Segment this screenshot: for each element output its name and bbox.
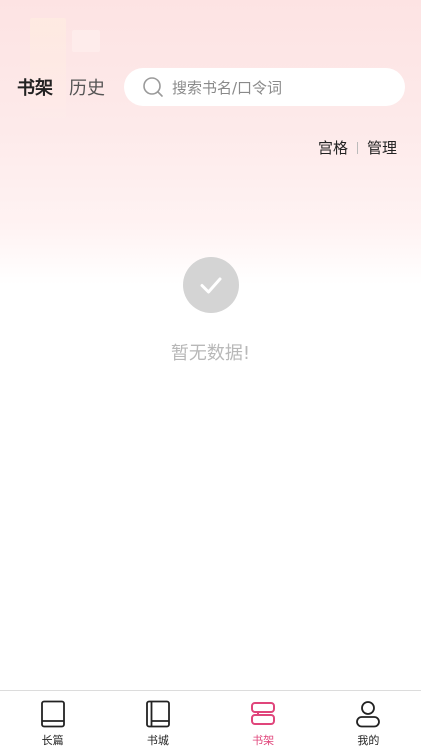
book-icon bbox=[39, 699, 67, 729]
header-decoration bbox=[30, 18, 66, 118]
divider bbox=[356, 141, 358, 154]
nav-label: 长篇 bbox=[41, 734, 64, 747]
nav-item-bookstore[interactable]: 书城 bbox=[105, 691, 210, 750]
check-icon bbox=[182, 257, 239, 313]
nav-label: 书架 bbox=[252, 734, 275, 747]
nav-item-bookshelf[interactable]: 书架 bbox=[211, 691, 316, 750]
header-decoration-small bbox=[72, 30, 100, 52]
nav-item-novels[interactable]: 长篇 bbox=[0, 691, 105, 750]
top-tabs: 书架 历史 bbox=[17, 74, 105, 100]
empty-message: 暂无数据! bbox=[170, 343, 251, 364]
grid-view-button[interactable]: 宫格 bbox=[318, 137, 348, 158]
search-icon bbox=[142, 76, 164, 98]
book-store-icon bbox=[144, 699, 172, 729]
empty-state: 暂无数据! bbox=[0, 257, 421, 365]
search-bar[interactable]: 搜索书名/口令词 bbox=[124, 68, 405, 106]
search-placeholder: 搜索书名/口令词 bbox=[172, 78, 283, 97]
tab-bookshelf[interactable]: 书架 bbox=[17, 74, 53, 100]
nav-label: 书城 bbox=[146, 734, 169, 747]
profile-icon bbox=[354, 699, 382, 729]
bottom-nav: 长篇 书城 书架 我的 bbox=[0, 690, 421, 750]
nav-label: 我的 bbox=[357, 734, 380, 747]
manage-button[interactable]: 管理 bbox=[367, 137, 397, 158]
tab-history[interactable]: 历史 bbox=[69, 74, 105, 100]
view-options: 宫格 管理 bbox=[318, 137, 397, 158]
bookshelf-icon bbox=[249, 699, 277, 729]
nav-item-profile[interactable]: 我的 bbox=[316, 691, 421, 750]
